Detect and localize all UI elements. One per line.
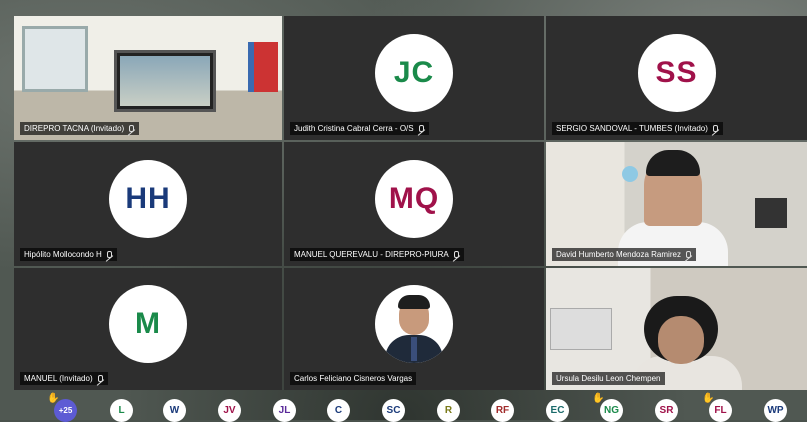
- participant-tile[interactable]: DIREPRO TACNA (Invitado): [14, 16, 282, 140]
- participant-chip[interactable]: R: [437, 399, 460, 422]
- chip-initials: JV: [223, 405, 236, 416]
- mic-off-icon: [96, 374, 104, 383]
- chip-initials: C: [334, 405, 343, 416]
- chip-initials: JL: [278, 405, 291, 416]
- participant-name: SERGIO SANDOVAL - TUMBES (Invitado): [556, 124, 708, 133]
- participant-name-tag: Ursula Desilu Leon Chempen: [552, 372, 665, 385]
- avatar: JC: [375, 34, 453, 112]
- chip-initials: NG: [604, 405, 619, 416]
- participant-chip[interactable]: W: [163, 399, 186, 422]
- chip-initials: EC: [550, 405, 565, 416]
- participant-name: Hipólito Mollocondo H: [24, 250, 102, 259]
- avatar-initials: MQ: [388, 182, 440, 215]
- mic-off-icon: [127, 124, 135, 133]
- chip-initials: SR: [659, 405, 674, 416]
- participant-tile[interactable]: M MANUEL (Invitado): [14, 268, 282, 390]
- mic-off-icon: [452, 250, 460, 259]
- chip-initials: W: [169, 405, 180, 416]
- participant-chip[interactable]: C: [327, 399, 350, 422]
- avatar: M: [109, 285, 187, 363]
- avatar-initials: M: [135, 307, 161, 340]
- participant-name-tag: Carlos Feliciano Cisneros Vargas: [290, 372, 417, 385]
- participant-name: Ursula Desilu Leon Chempen: [556, 374, 661, 383]
- avatar-photo: [375, 285, 453, 363]
- participant-name: MANUEL QUEREVALU - DIREPRO-PIURA: [294, 250, 449, 259]
- participant-tile[interactable]: Carlos Feliciano Cisneros Vargas: [284, 268, 544, 390]
- chip-initials: R: [444, 405, 453, 416]
- chip-initials: L: [118, 405, 125, 416]
- participant-name: Carlos Feliciano Cisneros Vargas: [294, 374, 413, 383]
- participant-chip[interactable]: JL: [273, 399, 296, 422]
- participant-name: DIREPRO TACNA (Invitado): [24, 124, 125, 133]
- chip-initials: SC: [386, 405, 401, 416]
- participant-name-tag: Judith Cristina Cabral Cerra - O/S: [290, 122, 429, 135]
- participant-name: Judith Cristina Cabral Cerra - O/S: [294, 124, 414, 133]
- participant-chip[interactable]: NG: [600, 399, 623, 422]
- participant-chip[interactable]: FL: [709, 399, 732, 422]
- participant-name-tag: DIREPRO TACNA (Invitado): [20, 122, 140, 135]
- participant-chip[interactable]: SR: [655, 399, 678, 422]
- participant-name: David Humberto Mendoza Ramirez: [556, 250, 681, 259]
- participant-chip[interactable]: L: [110, 399, 133, 422]
- participant-chip[interactable]: WP: [764, 399, 787, 422]
- participant-chip[interactable]: SC: [382, 399, 405, 422]
- mic-off-icon: [105, 250, 113, 259]
- participant-chip[interactable]: JV: [218, 399, 241, 422]
- participant-name: MANUEL (Invitado): [24, 374, 93, 383]
- participant-tile[interactable]: David Humberto Mendoza Ramirez: [546, 142, 807, 266]
- participant-tile[interactable]: JC Judith Cristina Cabral Cerra - O/S: [284, 16, 544, 140]
- avatar: SS: [637, 34, 716, 112]
- more-participants-label: +25: [58, 406, 73, 415]
- participant-name-tag: David Humberto Mendoza Ramirez: [552, 248, 696, 261]
- participant-chip[interactable]: RF: [491, 399, 514, 422]
- participant-tile[interactable]: MQ MANUEL QUEREVALU - DIREPRO-PIURA: [284, 142, 544, 266]
- participant-name-tag: MANUEL (Invitado): [20, 372, 108, 385]
- participant-tile[interactable]: HH Hipólito Mollocondo H: [14, 142, 282, 266]
- participants-bar: ✋ +25 L W JV JL C SC R RF EC ✋ NG SR ✋ F…: [0, 393, 807, 422]
- more-participants-button[interactable]: +25: [54, 399, 77, 422]
- mic-off-icon: [711, 124, 719, 133]
- avatar: HH: [109, 160, 187, 238]
- participant-name-tag: MANUEL QUEREVALU - DIREPRO-PIURA: [290, 248, 464, 261]
- participant-tile[interactable]: Ursula Desilu Leon Chempen: [546, 268, 807, 390]
- avatar: MQ: [375, 160, 453, 238]
- chip-initials: WP: [767, 405, 784, 416]
- chip-initials: RF: [495, 405, 510, 416]
- participant-name-tag: Hipólito Mollocondo H: [20, 248, 117, 261]
- avatar-initials: HH: [125, 182, 171, 215]
- participant-chip[interactable]: EC: [546, 399, 569, 422]
- avatar-initials: SS: [655, 56, 698, 89]
- mic-off-icon: [417, 124, 425, 133]
- participant-name-tag: SERGIO SANDOVAL - TUMBES (Invitado): [552, 122, 723, 135]
- video-grid: DIREPRO TACNA (Invitado) JC Judith Crist…: [14, 16, 807, 390]
- participant-tile[interactable]: SS SERGIO SANDOVAL - TUMBES (Invitado): [546, 16, 807, 140]
- avatar-initials: JC: [393, 56, 435, 89]
- mic-off-icon: [684, 250, 692, 259]
- chip-initials: FL: [714, 405, 727, 416]
